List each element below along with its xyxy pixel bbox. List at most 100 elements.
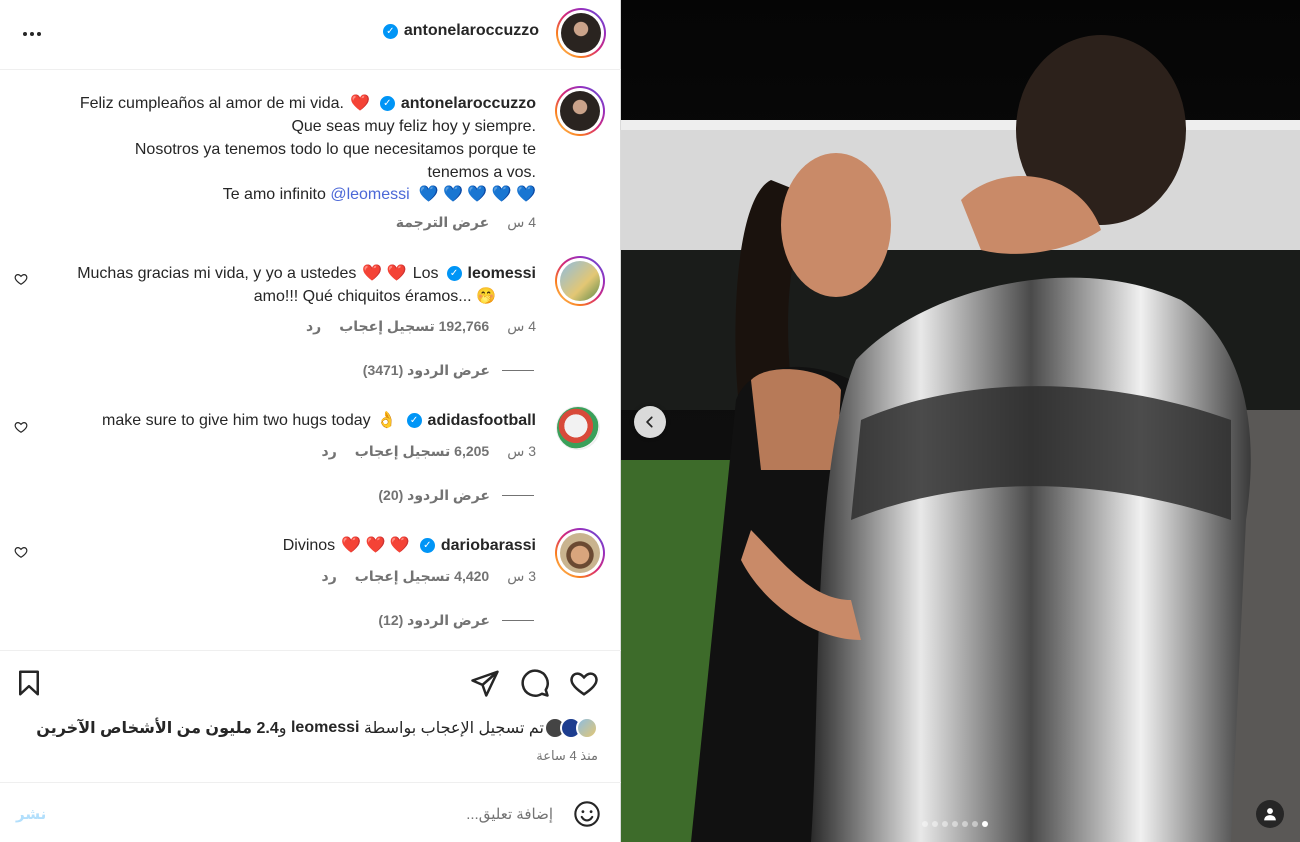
- like-comment-heart-icon[interactable]: [14, 545, 28, 559]
- likes-conjunction: و: [278, 720, 287, 737]
- replies-line: [502, 370, 534, 371]
- verified-badge-icon: ✓: [379, 96, 395, 111]
- comment-avatar-dariobarassi[interactable]: [555, 528, 605, 578]
- see-translation-button[interactable]: عرض الترجمة: [396, 214, 489, 231]
- comment-text: Divinos: [282, 537, 336, 554]
- comment-text: make sure to give him two hugs today: [102, 412, 371, 429]
- verified-badge-icon: ✓: [419, 538, 435, 553]
- comment-likes[interactable]: 4,420 تسجيل إعجاب: [355, 568, 489, 585]
- caption-avatar[interactable]: [555, 86, 605, 136]
- carousel-dot[interactable]: [942, 821, 948, 827]
- likes-prefix: تم تسجيل الإعجاب بواسطة: [363, 720, 544, 737]
- post-time-ago[interactable]: منذ 4 ساعة: [536, 748, 598, 764]
- comment-time: 3 س: [507, 443, 536, 459]
- post-photo-illustration: [621, 0, 1300, 842]
- caption-time: 4 س: [507, 214, 536, 230]
- comment-leomessi: Muchas gracias mi vida, y yo a ustedes ❤…: [77, 262, 536, 308]
- comment-username[interactable]: adidasfootball: [428, 409, 536, 432]
- caption-username[interactable]: antonelaroccuzzo: [401, 92, 536, 115]
- comment-meta: 4 س 192,766 تسجيل إعجاب رد: [306, 318, 536, 335]
- comment-text: Muchas gracias mi vida, y yo a ustedes: [77, 265, 357, 282]
- carousel-dot[interactable]: [952, 821, 958, 827]
- add-comment-input[interactable]: [133, 803, 553, 825]
- comment-text: Los: [412, 265, 439, 282]
- user-tag-button[interactable]: [1256, 800, 1284, 828]
- pinching-hand-emoji-icon: 👌: [376, 412, 397, 429]
- likes-others-link[interactable]: 2.4 مليون من الأشخاص الآخرين: [36, 718, 278, 738]
- caption-line: Te amo infinito: [222, 186, 326, 203]
- emoji-icon[interactable]: [573, 800, 601, 828]
- post-image: [621, 0, 1300, 842]
- laughing-emoji-icon: 🤭: [476, 288, 496, 305]
- carousel-prev-button[interactable]: [634, 406, 666, 438]
- comment-meta: 3 س 4,420 تسجيل إعجاب رد: [322, 568, 536, 585]
- action-bar: [0, 665, 621, 705]
- blue-hearts-icon: 💙 💙 💙 💙 💙: [414, 186, 536, 203]
- header-username[interactable]: antonelaroccuzzo: [404, 22, 539, 40]
- likes-user-link[interactable]: leomessi: [291, 719, 359, 737]
- more-options-button[interactable]: [20, 22, 44, 46]
- carousel-dot[interactable]: [922, 821, 928, 827]
- header-username-link[interactable]: ✓ antonelaroccuzzo: [382, 22, 539, 40]
- caption: Feliz cumpleaños al amor de mi vida. ❤️ …: [80, 92, 536, 206]
- mention-link[interactable]: @leomessi: [330, 186, 409, 203]
- like-icon[interactable]: [569, 668, 599, 698]
- carousel-dot[interactable]: [982, 821, 988, 827]
- comment-likes[interactable]: 192,766 تسجيل إعجاب: [339, 318, 489, 335]
- carousel-dot[interactable]: [972, 821, 978, 827]
- reply-button[interactable]: رد: [306, 318, 321, 335]
- verified-badge-icon: ✓: [406, 413, 422, 428]
- bookmark-icon[interactable]: [14, 668, 44, 698]
- replies-line: [502, 620, 534, 621]
- caption-line: tenemos a vos.: [427, 164, 537, 181]
- share-icon[interactable]: [470, 668, 500, 698]
- view-replies-button[interactable]: عرض الردود (20): [378, 487, 534, 504]
- heart-emoji-icon: ❤️ ❤️: [362, 265, 407, 282]
- liker-avatars[interactable]: [544, 717, 598, 739]
- caption-line: Feliz cumpleaños al amor de mi vida.: [79, 95, 344, 112]
- comment-username[interactable]: dariobarassi: [441, 534, 536, 557]
- post-header: ✓ antonelaroccuzzo: [0, 0, 621, 70]
- verified-badge-icon: ✓: [382, 23, 398, 39]
- comment-icon[interactable]: [520, 668, 550, 698]
- comment-username[interactable]: leomessi: [468, 262, 536, 285]
- comment-avatar-leomessi[interactable]: [555, 256, 605, 306]
- view-replies-button[interactable]: عرض الردود (12): [378, 612, 534, 629]
- view-replies-label[interactable]: عرض الردود (3471): [363, 362, 490, 379]
- reply-button[interactable]: رد: [322, 443, 337, 460]
- heart-emoji-icon: ❤️ ❤️ ❤️: [341, 537, 410, 554]
- view-replies-label[interactable]: عرض الردود (12): [378, 612, 490, 629]
- heart-emoji-icon: ❤️: [349, 95, 370, 112]
- verified-badge-icon: ✓: [446, 266, 462, 281]
- like-comment-heart-icon[interactable]: [14, 272, 28, 286]
- more-icon-dot: [30, 32, 34, 36]
- liker-avatar: [576, 717, 598, 739]
- view-replies-button[interactable]: عرض الردود (3471): [363, 362, 534, 379]
- like-comment-heart-icon[interactable]: [14, 420, 28, 434]
- caption-meta: 4 س عرض الترجمة: [396, 214, 536, 231]
- carousel-dot[interactable]: [932, 821, 938, 827]
- comment-text: amo!!! Qué chiquitos éramos...: [253, 288, 472, 305]
- likes-summary: تم تسجيل الإعجاب بواسطة leomessi و 2.4 مل…: [36, 717, 598, 739]
- divider: [0, 650, 621, 651]
- comment-likes[interactable]: 6,205 تسجيل إعجاب: [355, 443, 489, 460]
- comment-adidasfootball: make sure to give him two hugs today 👌 ✓…: [102, 409, 536, 432]
- comment-meta: 3 س 6,205 تسجيل إعجاب رد: [322, 443, 536, 460]
- comment-time: 4 س: [507, 318, 536, 334]
- user-tag-icon: [1264, 808, 1276, 821]
- reply-button[interactable]: رد: [322, 568, 337, 585]
- view-replies-label[interactable]: عرض الردود (20): [378, 487, 490, 504]
- replies-line: [502, 495, 534, 496]
- comment-avatar-adidasfootball[interactable]: [556, 406, 600, 450]
- more-icon-dot: [37, 32, 41, 36]
- carousel-indicators: [922, 821, 988, 827]
- post-comment-button[interactable]: نشر: [16, 805, 46, 823]
- comment-time: 3 س: [507, 568, 536, 584]
- caption-line: Que seas muy feliz hoy y siempre.: [291, 118, 536, 135]
- comments-panel: ✓ antonelaroccuzzo Feliz cumpleaños al a…: [0, 0, 621, 842]
- more-icon-dot: [23, 32, 27, 36]
- chevron-left-icon: [646, 416, 653, 428]
- header-avatar[interactable]: [556, 8, 606, 58]
- comment-dariobarassi: Divinos ❤️ ❤️ ❤️ ✓ dariobarassi: [283, 534, 536, 557]
- carousel-dot[interactable]: [962, 821, 968, 827]
